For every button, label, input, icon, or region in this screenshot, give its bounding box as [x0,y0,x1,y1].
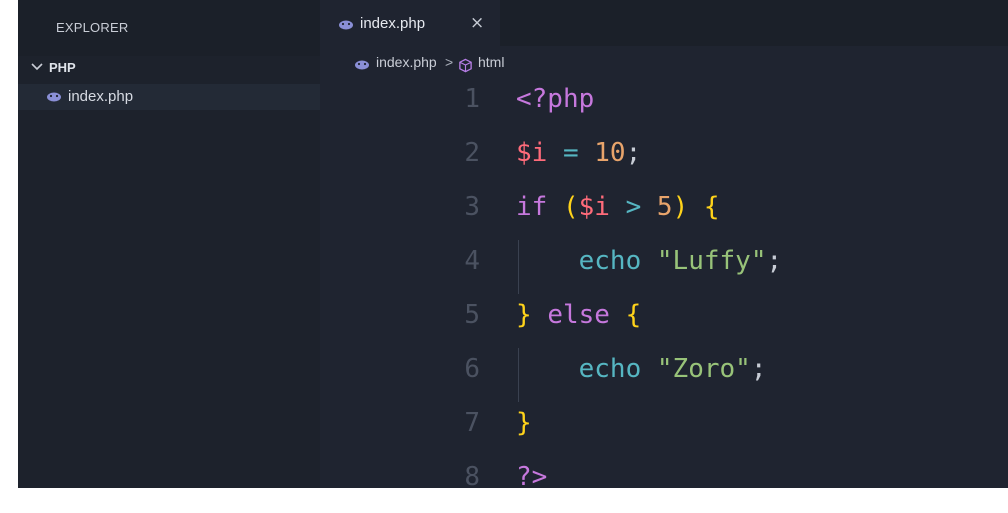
code-line: 7 } [320,402,1008,456]
line-number: 5 [464,300,480,330]
line-number: 1 [464,84,480,114]
code-editor[interactable]: 1 <?php 2 $i = 10; 3 if ($i > 5) { 4 ech… [320,78,1008,488]
code-text: $i = 10; [516,138,642,168]
code-text: } [516,408,532,438]
explorer-title: EXPLORER [56,20,129,35]
code-text: ?> [516,462,547,488]
code-text: echo "Zoro"; [578,354,767,384]
file-item-index-php[interactable]: index.php [18,84,320,110]
code-line: 6 echo "Zoro"; [320,348,1008,402]
code-text: if ($i > 5) { [516,192,720,222]
code-token: ?> [516,462,548,488]
explorer-sidebar: EXPLORER PHP index.php [18,0,320,488]
line-number: 6 [464,354,480,384]
line-number: 8 [464,462,480,488]
php-elephant-icon [355,60,369,70]
breadcrumb-file[interactable]: index.php [376,54,437,70]
chevron-down-icon [31,63,43,71]
breadcrumb-separator: > [445,54,454,70]
line-number: 3 [464,192,480,222]
code-line: 3 if ($i > 5) { [320,186,1008,240]
php-elephant-icon [339,20,353,30]
tab-label: index.php [360,15,426,32]
cube-icon [459,58,472,73]
line-number: 4 [464,246,480,276]
editor-window: EXPLORER PHP index.php index.php × index… [18,0,1008,488]
line-number: 2 [464,138,480,168]
code-text: echo "Luffy"; [578,246,783,276]
breadcrumb-symbol[interactable]: html [478,54,504,70]
code-token: <?php [516,84,595,114]
tab-bar: index.php × [320,0,1008,46]
php-elephant-icon [47,92,61,102]
code-line: 5 } else { [320,294,1008,348]
code-line: 8 ?> [320,456,1008,488]
file-label: index.php [68,88,134,105]
explorer-header: EXPLORER [18,0,320,56]
editor-area: index.php × index.php > html 1 <?php 2 $… [320,0,1008,488]
code-text: <?php [516,84,594,114]
code-line: 1 <?php [320,78,1008,132]
folder-php[interactable]: PHP [18,56,320,82]
tab-index-php[interactable]: index.php × [320,0,500,46]
code-line: 4 echo "Luffy"; [320,240,1008,294]
close-icon[interactable]: × [470,13,484,33]
code-text: } else { [516,300,642,330]
code-line: 2 $i = 10; [320,132,1008,186]
line-number: 7 [464,408,480,438]
breadcrumb: index.php > html [320,46,1008,80]
folder-label: PHP [49,60,76,75]
